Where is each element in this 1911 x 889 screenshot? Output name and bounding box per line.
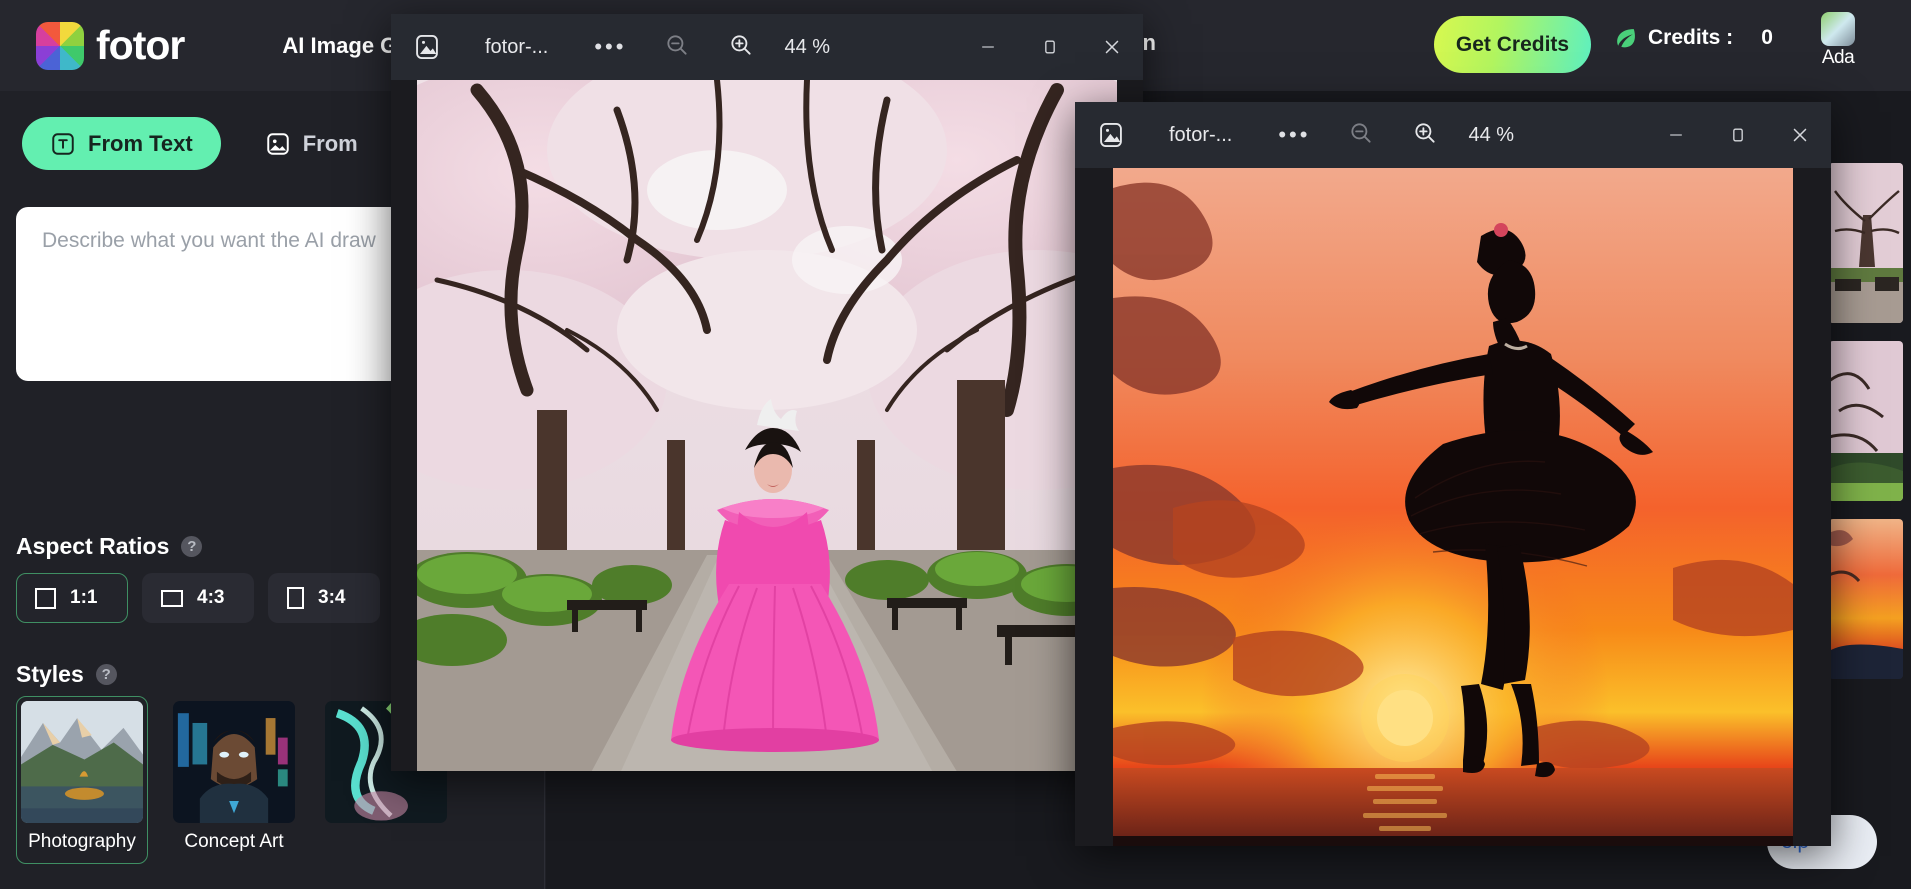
cherry-blossom-green-thumb[interactable] [1829, 341, 1903, 501]
user-menu[interactable]: Ada [1806, 12, 1870, 69]
leaf-icon [1613, 25, 1638, 50]
close-icon[interactable] [1081, 14, 1143, 80]
cherry-blossom-woman-pink-gown [417, 80, 1117, 771]
maximize-icon[interactable] [1707, 102, 1769, 168]
credits-label: Credits : [1648, 26, 1733, 50]
viewer-2-zoom-level: 44 % [1468, 124, 1514, 147]
aspect-ratio-1-1[interactable]: 1:1 [16, 573, 128, 623]
ellipsis-icon[interactable]: ••• [1278, 124, 1310, 146]
aspect-ratios-header: Aspect Ratios ? [0, 533, 202, 560]
zoom-in-icon[interactable] [1412, 120, 1438, 151]
close-icon[interactable] [1769, 102, 1831, 168]
zoom-out-icon[interactable] [664, 32, 690, 63]
ellipsis-icon[interactable]: ••• [594, 36, 626, 58]
tab-from-text[interactable]: From Text [22, 117, 221, 170]
brand-name: fotor [96, 22, 184, 69]
landscape-rect-icon [161, 590, 183, 607]
question-mark-icon[interactable]: ? [96, 664, 117, 685]
zoom-in-icon[interactable] [728, 32, 754, 63]
photos-app-icon [1097, 121, 1125, 149]
zoom-out-icon[interactable] [1348, 120, 1374, 151]
viewer-1-window-controls [957, 14, 1143, 80]
credits-display: Credits : 0 [1613, 25, 1773, 50]
style-card-concept-art[interactable]: Concept Art [168, 696, 300, 864]
styles-header: Styles ? [0, 661, 117, 688]
aspect-ratio-4-3-label: 4:3 [197, 587, 224, 609]
tab-from-image[interactable]: From [237, 117, 386, 170]
aspect-ratio-options: 1:1 4:3 3:4 [16, 573, 380, 623]
photo-viewer-window-1[interactable]: fotor-... ••• 44 % [391, 14, 1143, 771]
credits-value: 0 [1761, 26, 1773, 50]
aspect-ratios-title: Aspect Ratios [16, 533, 169, 560]
portrait-rect-icon [287, 587, 304, 609]
ballerina-silhouette-sunset [1113, 168, 1793, 846]
viewer-1-title: fotor-... [485, 36, 548, 59]
sunset-silhouette-thumb[interactable] [1829, 519, 1903, 679]
style-card-photography-label: Photography [21, 823, 143, 859]
style-card-photography[interactable]: Photography [16, 696, 148, 864]
avatar [1821, 12, 1855, 46]
viewer-2-image-area[interactable] [1075, 168, 1831, 846]
tab-from-text-label: From Text [88, 131, 193, 157]
styles-title: Styles [16, 661, 84, 688]
viewer-2-titlebar[interactable]: fotor-... ••• 44 % [1075, 102, 1831, 168]
aspect-ratio-3-4-label: 3:4 [318, 587, 345, 609]
fotor-color-wheel-icon [36, 22, 84, 70]
photo-viewer-window-2[interactable]: fotor-... ••• 44 % [1075, 102, 1831, 846]
aspect-ratio-3-4[interactable]: 3:4 [268, 573, 380, 623]
cyberpunk-portrait [173, 701, 295, 823]
result-thumbnail-strip [1829, 163, 1903, 679]
viewer-2-window-controls [1645, 102, 1831, 168]
maximize-icon[interactable] [1019, 14, 1081, 80]
text-box-icon [50, 131, 76, 157]
minimize-icon[interactable] [1645, 102, 1707, 168]
viewer-1-image-area[interactable] [391, 80, 1143, 771]
mountain-lake-photo [21, 701, 143, 823]
aspect-ratio-4-3[interactable]: 4:3 [142, 573, 254, 623]
viewer-1-zoom-level: 44 % [784, 36, 830, 59]
app-root: fotor AI Image Gene on Get Credits Credi… [0, 0, 1911, 889]
style-card-anime-label [325, 823, 447, 837]
get-credits-button[interactable]: Get Credits [1434, 16, 1591, 73]
viewer-2-title: fotor-... [1169, 124, 1232, 147]
style-card-concept-art-label: Concept Art [173, 823, 295, 859]
brand-logo[interactable]: fotor [36, 22, 184, 70]
image-icon [265, 131, 291, 157]
photos-app-icon [413, 33, 441, 61]
viewer-1-titlebar[interactable]: fotor-... ••• 44 % [391, 14, 1143, 80]
aspect-ratio-1-1-label: 1:1 [70, 587, 97, 609]
tab-from-image-label: From [303, 131, 358, 157]
minimize-icon[interactable] [957, 14, 1019, 80]
square-icon [35, 588, 56, 609]
question-mark-icon[interactable]: ? [181, 536, 202, 557]
cherry-blossom-bench-thumb[interactable] [1829, 163, 1903, 323]
avatar-label: Ada [1806, 47, 1870, 69]
